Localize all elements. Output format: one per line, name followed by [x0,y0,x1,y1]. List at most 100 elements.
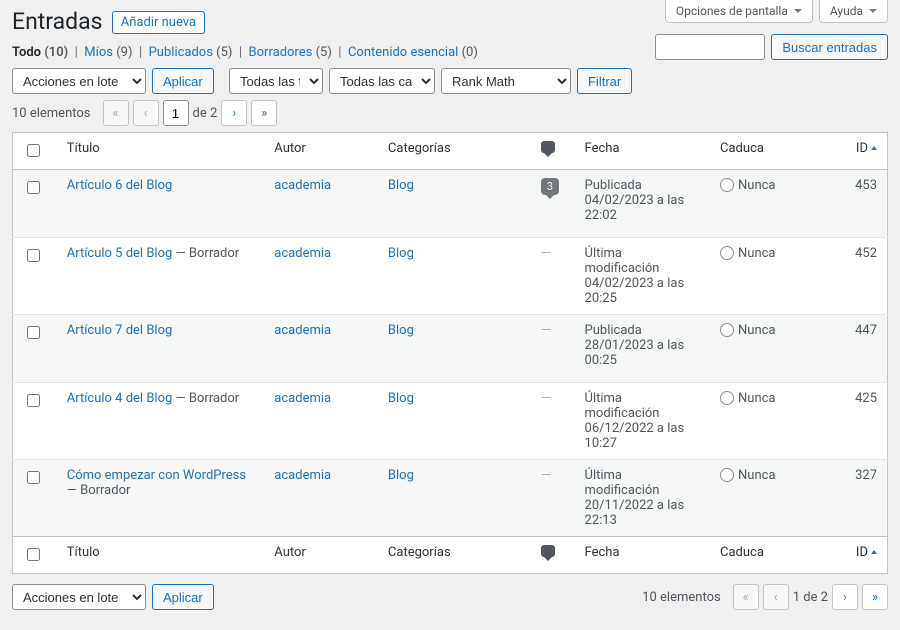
items-count-bottom: 10 elementos [642,590,721,605]
prev-page-button: ‹ [133,100,159,126]
next-page-button-bottom[interactable]: › [832,584,858,610]
select-all-checkbox[interactable] [27,144,40,157]
pagination-top: 10 elementos « ‹ de 2 › » [12,100,277,126]
category-filter-select[interactable]: Todas las categorías [329,68,435,94]
col-footer-title[interactable]: Título [57,537,265,574]
row-checkbox[interactable] [27,471,40,484]
post-title-link[interactable]: Artículo 4 del Blog [67,391,173,406]
filter-all[interactable]: Todo (10) [12,45,68,60]
filter-mine[interactable]: Míos (9) [84,45,132,60]
date-status: Última modificación [585,468,660,498]
screen-options-label: Opciones de pantalla [676,4,788,18]
expire-value: Nunca [738,178,776,193]
expire-radio-icon [720,468,734,482]
expire-radio-icon [720,323,734,337]
author-link[interactable]: academia [274,391,331,406]
col-header-author: Autor [264,133,378,170]
category-link[interactable]: Blog [388,246,414,261]
select-all-checkbox-bottom[interactable] [27,548,40,561]
last-page-button-bottom[interactable]: » [862,584,888,610]
page-title: Entradas [12,0,103,35]
pagination-bottom: 10 elementos « ‹ 1 de 2 › » [642,584,888,610]
post-title-link[interactable]: Artículo 6 del Blog [67,178,173,193]
col-footer-id[interactable]: ID [841,537,887,574]
date-value: 20/11/2022 a las 22:13 [585,498,685,528]
date-value: 04/02/2023 a las 22:02 [585,193,685,223]
items-count: 10 elementos [12,106,91,121]
author-link[interactable]: academia [274,246,331,261]
date-status: Última modificación [585,391,660,421]
comment-count-badge[interactable]: 3 [541,178,559,195]
expire-radio-icon [720,391,734,405]
screen-options-tab[interactable]: Opciones de pantalla [665,0,813,23]
apply-bulk-button[interactable]: Aplicar [152,68,214,94]
expire-radio-icon [720,246,734,260]
date-status: Publicada [585,323,642,338]
rankmath-filter-select[interactable]: Rank Math [441,68,571,94]
post-title-link[interactable]: Artículo 7 del Blog [67,323,173,338]
post-id: 425 [855,391,877,406]
col-header-comments[interactable] [531,133,575,170]
current-page-input[interactable] [163,100,189,126]
search-input[interactable] [655,34,765,60]
post-state: — Borrador [67,483,131,498]
row-checkbox[interactable] [27,249,40,262]
first-page-button-bottom: « [733,584,759,610]
row-checkbox[interactable] [27,181,40,194]
post-title-link[interactable]: Artículo 5 del Blog [67,246,173,261]
col-header-id[interactable]: ID [841,133,887,170]
date-filter-select[interactable]: Todas las fechas [229,68,323,94]
no-comments: — [541,468,551,483]
expire-value: Nunca [738,246,776,261]
bulk-actions-select-bottom[interactable]: Acciones en lote [12,584,146,610]
author-link[interactable]: academia [274,178,331,193]
filter-drafts[interactable]: Borradores (5) [249,45,332,60]
bulk-actions-select[interactable]: Acciones en lote [12,68,146,94]
col-header-title[interactable]: Título [57,133,265,170]
prev-page-button-bottom: ‹ [763,584,789,610]
category-link[interactable]: Blog [388,391,414,406]
expire-value: Nunca [738,468,776,483]
col-footer-comments[interactable] [531,537,575,574]
author-link[interactable]: academia [274,323,331,338]
add-new-button[interactable]: Añadir nueva [112,11,205,34]
apply-bulk-button-bottom[interactable]: Aplicar [152,584,214,610]
search-button[interactable]: Buscar entradas [771,34,888,60]
total-pages-label: de 2 [193,106,218,121]
row-checkbox[interactable] [27,326,40,339]
col-header-expire[interactable]: Caduca [710,133,841,170]
category-link[interactable]: Blog [388,178,414,193]
table-row: Artículo 5 del Blog — Borrador academia … [13,238,888,315]
date-value: 06/12/2022 a las 10:27 [585,421,685,451]
table-row: Cómo empezar con WordPress — Borrador ac… [13,460,888,537]
category-link[interactable]: Blog [388,323,414,338]
next-page-button[interactable]: › [221,100,247,126]
comment-icon [541,545,555,557]
filter-cornerstone[interactable]: Contenido esencial (0) [348,45,478,60]
last-page-button[interactable]: » [251,100,277,126]
no-comments: — [541,391,551,406]
col-footer-author: Autor [264,537,378,574]
post-title-link[interactable]: Cómo empezar con WordPress [67,468,246,483]
filter-button[interactable]: Filtrar [577,68,632,94]
expire-value: Nunca [738,323,776,338]
expire-radio-icon [720,178,734,192]
chevron-down-icon [794,9,802,13]
col-footer-expire[interactable]: Caduca [710,537,841,574]
col-header-categories: Categorías [378,133,531,170]
row-checkbox[interactable] [27,394,40,407]
table-row: Artículo 7 del Blog academia Blog — Publ… [13,315,888,383]
filter-published[interactable]: Publicados (5) [149,45,233,60]
date-status: Publicada [585,178,642,193]
col-header-date[interactable]: Fecha [575,133,710,170]
no-comments: — [541,323,551,338]
post-state: — Borrador [172,246,239,261]
post-id: 452 [855,246,877,261]
category-link[interactable]: Blog [388,468,414,483]
comment-icon [541,141,555,153]
help-tab[interactable]: Ayuda [819,0,888,23]
first-page-button: « [103,100,129,126]
col-footer-categories: Categorías [378,537,531,574]
col-footer-date[interactable]: Fecha [575,537,710,574]
author-link[interactable]: academia [274,468,331,483]
